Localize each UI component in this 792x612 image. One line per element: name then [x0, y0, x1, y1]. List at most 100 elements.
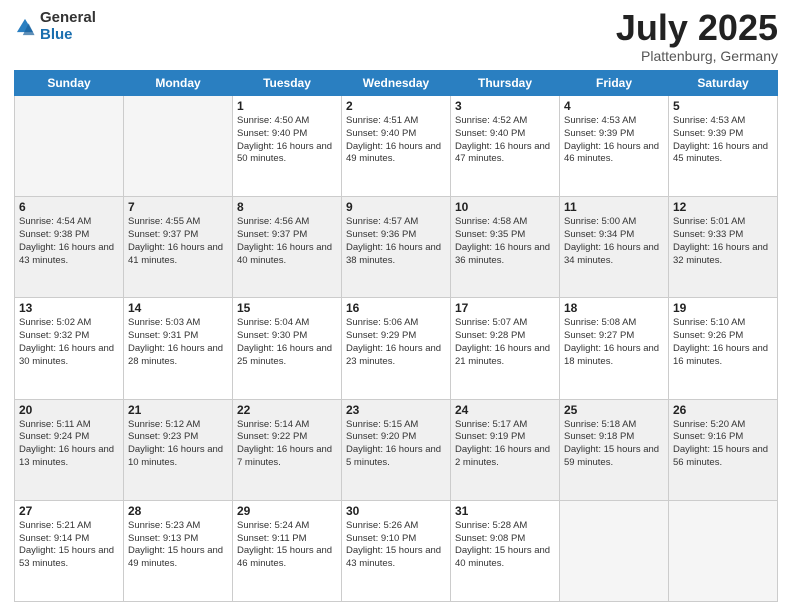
- day-number: 5: [673, 99, 773, 113]
- day-number: 18: [564, 301, 664, 315]
- week-row-5: 27 Sunrise: 5:21 AM Sunset: 9:14 PM Dayli…: [15, 500, 778, 601]
- cell-w4-d1: 21 Sunrise: 5:12 AM Sunset: 9:23 PM Dayli…: [124, 399, 233, 500]
- day-number: 3: [455, 99, 555, 113]
- day-number: 9: [346, 200, 446, 214]
- cell-w3-d1: 14Sunrise: 5:03 AM Sunset: 9:31 PM Dayli…: [124, 298, 233, 399]
- day-info: Sunrise: 5:15 AM Sunset: 9:20 PM Dayligh…: [346, 419, 446, 470]
- day-info: Sunrise: 4:53 AM Sunset: 9:39 PM Dayligh…: [564, 115, 664, 166]
- header: General Blue July 2025 Plattenburg, Germ…: [14, 10, 778, 64]
- day-info: Sunrise: 5:11 AM Sunset: 9:24 PM Dayligh…: [19, 419, 119, 470]
- day-info: Sunrise: 5:20 AM Sunset: 9:16 PM Dayligh…: [673, 419, 773, 470]
- cell-w5-d6: [669, 500, 778, 601]
- col-wednesday: Wednesday: [342, 71, 451, 96]
- day-info: Sunrise: 5:07 AM Sunset: 9:28 PM Dayligh…: [455, 317, 555, 368]
- day-info: Sunrise: 5:21 AM Sunset: 9:14 PM Dayligh…: [19, 520, 119, 571]
- day-number: 24: [455, 403, 555, 417]
- day-info: Sunrise: 5:03 AM Sunset: 9:31 PM Dayligh…: [128, 317, 228, 368]
- col-sunday: Sunday: [15, 71, 124, 96]
- day-number: 25: [564, 403, 664, 417]
- day-info: Sunrise: 5:06 AM Sunset: 9:29 PM Dayligh…: [346, 317, 446, 368]
- cell-w1-d0: [15, 96, 124, 197]
- day-info: Sunrise: 4:51 AM Sunset: 9:40 PM Dayligh…: [346, 115, 446, 166]
- cell-w1-d2: 1Sunrise: 4:50 AM Sunset: 9:40 PM Daylig…: [233, 96, 342, 197]
- logo-general-text: General: [40, 10, 96, 27]
- day-info: Sunrise: 5:14 AM Sunset: 9:22 PM Dayligh…: [237, 419, 337, 470]
- week-row-2: 6Sunrise: 4:54 AM Sunset: 9:38 PM Daylig…: [15, 197, 778, 298]
- cell-w3-d2: 15Sunrise: 5:04 AM Sunset: 9:30 PM Dayli…: [233, 298, 342, 399]
- day-number: 27: [19, 504, 119, 518]
- day-info: Sunrise: 5:23 AM Sunset: 9:13 PM Dayligh…: [128, 520, 228, 571]
- page: General Blue July 2025 Plattenburg, Germ…: [0, 0, 792, 612]
- day-info: Sunrise: 5:08 AM Sunset: 9:27 PM Dayligh…: [564, 317, 664, 368]
- cell-w3-d3: 16 Sunrise: 5:06 AM Sunset: 9:29 PM Dayli…: [342, 298, 451, 399]
- day-info: Sunrise: 5:26 AM Sunset: 9:10 PM Dayligh…: [346, 520, 446, 571]
- day-info: Sunrise: 5:01 AM Sunset: 9:33 PM Dayligh…: [673, 216, 773, 267]
- week-row-4: 20 Sunrise: 5:11 AM Sunset: 9:24 PM Dayli…: [15, 399, 778, 500]
- month-title: July 2025: [616, 10, 778, 46]
- logo-text: General Blue: [40, 10, 96, 43]
- day-number: 13: [19, 301, 119, 315]
- cell-w2-d6: 12Sunrise: 5:01 AM Sunset: 9:33 PM Dayli…: [669, 197, 778, 298]
- cell-w1-d4: 3Sunrise: 4:52 AM Sunset: 9:40 PM Daylig…: [451, 96, 560, 197]
- day-info: Sunrise: 5:04 AM Sunset: 9:30 PM Dayligh…: [237, 317, 337, 368]
- cell-w4-d6: 26 Sunrise: 5:20 AM Sunset: 9:16 PM Dayli…: [669, 399, 778, 500]
- col-friday: Friday: [560, 71, 669, 96]
- cell-w3-d0: 13Sunrise: 5:02 AM Sunset: 9:32 PM Dayli…: [15, 298, 124, 399]
- col-saturday: Saturday: [669, 71, 778, 96]
- day-info: Sunrise: 4:55 AM Sunset: 9:37 PM Dayligh…: [128, 216, 228, 267]
- cell-w3-d4: 17 Sunrise: 5:07 AM Sunset: 9:28 PM Dayli…: [451, 298, 560, 399]
- day-number: 10: [455, 200, 555, 214]
- day-info: Sunrise: 4:54 AM Sunset: 9:38 PM Dayligh…: [19, 216, 119, 267]
- day-number: 22: [237, 403, 337, 417]
- cell-w5-d0: 27 Sunrise: 5:21 AM Sunset: 9:14 PM Dayli…: [15, 500, 124, 601]
- cell-w5-d3: 30Sunrise: 5:26 AM Sunset: 9:10 PM Dayli…: [342, 500, 451, 601]
- day-info: Sunrise: 4:57 AM Sunset: 9:36 PM Dayligh…: [346, 216, 446, 267]
- day-info: Sunrise: 4:56 AM Sunset: 9:37 PM Dayligh…: [237, 216, 337, 267]
- calendar-table: Sunday Monday Tuesday Wednesday Thursday…: [14, 70, 778, 602]
- logo: General Blue: [14, 10, 96, 43]
- col-tuesday: Tuesday: [233, 71, 342, 96]
- week-row-3: 13Sunrise: 5:02 AM Sunset: 9:32 PM Dayli…: [15, 298, 778, 399]
- day-info: Sunrise: 4:53 AM Sunset: 9:39 PM Dayligh…: [673, 115, 773, 166]
- cell-w2-d5: 11Sunrise: 5:00 AM Sunset: 9:34 PM Dayli…: [560, 197, 669, 298]
- day-number: 29: [237, 504, 337, 518]
- cell-w5-d5: [560, 500, 669, 601]
- day-number: 17: [455, 301, 555, 315]
- cell-w4-d2: 22 Sunrise: 5:14 AM Sunset: 9:22 PM Dayli…: [233, 399, 342, 500]
- cell-w1-d5: 4 Sunrise: 4:53 AM Sunset: 9:39 PM Daylig…: [560, 96, 669, 197]
- logo-blue-text: Blue: [40, 27, 96, 44]
- cell-w4-d4: 24Sunrise: 5:17 AM Sunset: 9:19 PM Dayli…: [451, 399, 560, 500]
- day-number: 19: [673, 301, 773, 315]
- title-block: July 2025 Plattenburg, Germany: [616, 10, 778, 64]
- cell-w5-d1: 28 Sunrise: 5:23 AM Sunset: 9:13 PM Dayli…: [124, 500, 233, 601]
- day-number: 21: [128, 403, 228, 417]
- week-row-1: 1Sunrise: 4:50 AM Sunset: 9:40 PM Daylig…: [15, 96, 778, 197]
- day-number: 11: [564, 200, 664, 214]
- cell-w2-d0: 6Sunrise: 4:54 AM Sunset: 9:38 PM Daylig…: [15, 197, 124, 298]
- day-info: Sunrise: 5:28 AM Sunset: 9:08 PM Dayligh…: [455, 520, 555, 571]
- day-number: 23: [346, 403, 446, 417]
- cell-w1-d6: 5 Sunrise: 4:53 AM Sunset: 9:39 PM Daylig…: [669, 96, 778, 197]
- day-number: 2: [346, 99, 446, 113]
- cell-w3-d5: 18 Sunrise: 5:08 AM Sunset: 9:27 PM Dayli…: [560, 298, 669, 399]
- day-info: Sunrise: 5:10 AM Sunset: 9:26 PM Dayligh…: [673, 317, 773, 368]
- day-number: 26: [673, 403, 773, 417]
- calendar-header-row: Sunday Monday Tuesday Wednesday Thursday…: [15, 71, 778, 96]
- day-number: 31: [455, 504, 555, 518]
- day-info: Sunrise: 4:50 AM Sunset: 9:40 PM Dayligh…: [237, 115, 337, 166]
- col-monday: Monday: [124, 71, 233, 96]
- location: Plattenburg, Germany: [616, 48, 778, 64]
- day-number: 4: [564, 99, 664, 113]
- day-info: Sunrise: 5:18 AM Sunset: 9:18 PM Dayligh…: [564, 419, 664, 470]
- cell-w2-d1: 7Sunrise: 4:55 AM Sunset: 9:37 PM Daylig…: [124, 197, 233, 298]
- cell-w2-d4: 10 Sunrise: 4:58 AM Sunset: 9:35 PM Dayli…: [451, 197, 560, 298]
- day-info: Sunrise: 4:58 AM Sunset: 9:35 PM Dayligh…: [455, 216, 555, 267]
- day-number: 8: [237, 200, 337, 214]
- cell-w2-d3: 9 Sunrise: 4:57 AM Sunset: 9:36 PM Daylig…: [342, 197, 451, 298]
- logo-icon: [14, 16, 36, 38]
- cell-w5-d2: 29Sunrise: 5:24 AM Sunset: 9:11 PM Dayli…: [233, 500, 342, 601]
- day-info: Sunrise: 5:12 AM Sunset: 9:23 PM Dayligh…: [128, 419, 228, 470]
- day-number: 16: [346, 301, 446, 315]
- day-number: 28: [128, 504, 228, 518]
- day-number: 20: [19, 403, 119, 417]
